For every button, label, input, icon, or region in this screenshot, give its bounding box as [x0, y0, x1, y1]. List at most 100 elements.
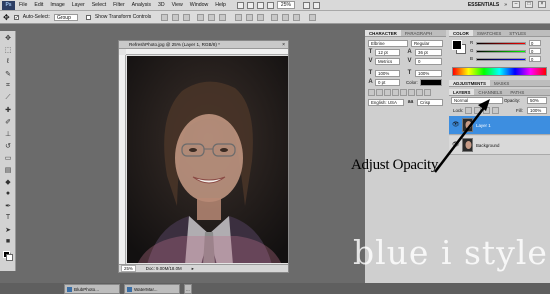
menu-file[interactable]: File: [19, 2, 27, 8]
eraser-tool-icon[interactable]: ▭: [2, 152, 14, 163]
distribute-vcenter-icon[interactable]: [246, 13, 254, 21]
path-select-icon[interactable]: ➤: [2, 224, 14, 235]
document-tab[interactable]: RefreshPhoto.jpg @ 25% (Layer 1, RGB/8) …: [119, 41, 288, 49]
move-tool-icon[interactable]: ✥: [2, 32, 14, 43]
gradient-tool-icon[interactable]: ▤: [2, 164, 14, 175]
minimized-doc-2[interactable]: WaterMar...: [124, 284, 180, 294]
align-right-icon[interactable]: [219, 13, 227, 21]
chevron-right-icon[interactable]: »: [504, 2, 507, 8]
tab-swatches[interactable]: SWATCHES: [473, 30, 505, 36]
red-value[interactable]: 0: [529, 40, 541, 46]
blue-slider[interactable]: [476, 58, 526, 61]
menu-image[interactable]: Image: [50, 2, 64, 8]
align-top-icon[interactable]: [161, 13, 169, 21]
healing-brush-icon[interactable]: ✚: [2, 104, 14, 115]
horizontal-scale-field[interactable]: 100%: [415, 70, 442, 77]
marquee-tool-icon[interactable]: ⬚: [2, 44, 14, 55]
workspace-switcher[interactable]: ESSENTIALS: [468, 2, 499, 8]
tab-masks[interactable]: MASKS: [490, 80, 513, 86]
align-vcenter-icon[interactable]: [172, 13, 180, 21]
ruler-vertical[interactable]: [119, 55, 126, 264]
close-icon[interactable]: ×: [538, 1, 546, 8]
history-brush-icon[interactable]: ↺: [2, 140, 14, 151]
distribute-right-icon[interactable]: [293, 13, 301, 21]
shape-tool-icon[interactable]: ■: [2, 236, 14, 247]
distribute-hcenter-icon[interactable]: [282, 13, 290, 21]
distribute-left-icon[interactable]: [271, 13, 279, 21]
menu-analysis[interactable]: Analysis: [132, 2, 151, 8]
maximize-icon[interactable]: □: [525, 1, 533, 8]
close-document-icon[interactable]: ×: [282, 41, 285, 49]
status-zoom-field[interactable]: 25%: [121, 265, 136, 272]
show-transform-checkbox[interactable]: [85, 14, 91, 20]
menu-edit[interactable]: Edit: [34, 2, 43, 8]
tab-adjustments[interactable]: ADJUSTMENTS: [449, 80, 490, 86]
menu-layer[interactable]: Layer: [72, 2, 85, 8]
image-canvas[interactable]: [127, 56, 288, 263]
quick-select-tool-icon[interactable]: ✎: [2, 68, 14, 79]
distribute-top-icon[interactable]: [235, 13, 243, 21]
faux-italic-icon[interactable]: [376, 89, 383, 96]
background-color-swatch[interactable]: [6, 254, 13, 261]
move-tool-icon[interactable]: ✥: [3, 13, 10, 22]
minimized-doc-more[interactable]: ...: [184, 284, 192, 294]
baseline-shift-field[interactable]: 0 pt: [375, 79, 400, 86]
language-select[interactable]: English: USA: [368, 99, 404, 106]
green-slider[interactable]: [476, 50, 526, 53]
screen-mode-icon[interactable]: [312, 1, 320, 9]
status-menu-icon[interactable]: ▸: [192, 266, 194, 272]
minimize-icon[interactable]: –: [512, 1, 520, 8]
zoom-tool-icon[interactable]: [266, 1, 274, 9]
align-hcenter-icon[interactable]: [208, 13, 216, 21]
menu-select[interactable]: Select: [92, 2, 106, 8]
dodge-tool-icon[interactable]: ●: [2, 188, 14, 199]
ruler-horizontal[interactable]: [126, 49, 288, 55]
faux-bold-icon[interactable]: [368, 89, 375, 96]
crop-tool-icon[interactable]: ⌗: [2, 80, 14, 91]
tab-paragraph[interactable]: PARAGRAPH: [401, 30, 436, 36]
hand-icon[interactable]: [256, 1, 264, 9]
fill-field[interactable]: 100%: [527, 107, 547, 114]
auto-select-dropdown[interactable]: Group: [53, 13, 78, 21]
clone-stamp-icon[interactable]: ⊥: [2, 128, 14, 139]
color-spectrum-ramp[interactable]: [452, 67, 547, 76]
red-slider[interactable]: [476, 42, 526, 45]
menu-help[interactable]: Help: [215, 2, 226, 8]
kerning-field[interactable]: Metrics: [375, 58, 400, 65]
text-color-swatch[interactable]: [420, 79, 442, 86]
align-bottom-icon[interactable]: [183, 13, 191, 21]
auto-select-checkbox[interactable]: [13, 14, 19, 20]
subscript-icon[interactable]: [408, 89, 415, 96]
menu-3d[interactable]: 3D: [158, 2, 165, 8]
menu-window[interactable]: Window: [190, 2, 208, 8]
all-caps-icon[interactable]: [384, 89, 391, 96]
font-style-select[interactable]: Regular: [411, 40, 443, 47]
blur-tool-icon[interactable]: ◆: [2, 176, 14, 187]
green-value[interactable]: 0: [529, 48, 541, 54]
tab-paths[interactable]: PATHS: [506, 89, 528, 95]
eyedropper-tool-icon[interactable]: ⟋: [2, 92, 14, 103]
leading-field[interactable]: 36 pt: [415, 49, 442, 56]
type-tool-icon[interactable]: T: [2, 212, 14, 223]
color-foreground-swatch[interactable]: [452, 40, 462, 50]
tab-color[interactable]: COLOR: [449, 30, 473, 36]
superscript-icon[interactable]: [400, 89, 407, 96]
auto-align-icon[interactable]: [309, 13, 317, 21]
font-size-field[interactable]: 12 pt: [375, 49, 400, 56]
menu-filter[interactable]: Filter: [113, 2, 125, 8]
blue-value[interactable]: 0: [529, 56, 541, 62]
menu-view[interactable]: View: [172, 2, 183, 8]
opacity-field[interactable]: 50%: [527, 97, 547, 104]
font-family-select[interactable]: Elbrine: [368, 40, 408, 47]
minimized-doc-1[interactable]: BlubPhoto...: [64, 284, 120, 294]
vertical-scale-field[interactable]: 100%: [375, 70, 400, 77]
lasso-tool-icon[interactable]: ℓ: [2, 56, 14, 67]
tab-styles[interactable]: STYLES: [505, 30, 530, 36]
tracking-field[interactable]: 0: [415, 58, 442, 65]
small-caps-icon[interactable]: [392, 89, 399, 96]
bridge-icon[interactable]: [236, 1, 244, 9]
pen-tool-icon[interactable]: ✒: [2, 200, 14, 211]
zoom-level[interactable]: 25%: [276, 1, 295, 9]
tab-character[interactable]: CHARACTER: [365, 30, 401, 36]
mini-bridge-icon[interactable]: [246, 1, 254, 9]
